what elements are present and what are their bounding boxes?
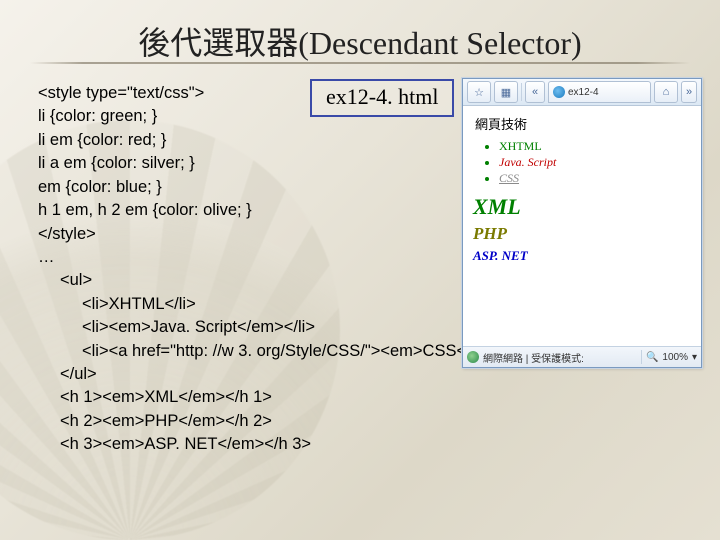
page-h3: ASP. NET [473, 248, 691, 264]
list-item: Java. Script [499, 155, 691, 170]
page-h1: XML [473, 194, 691, 220]
chevron-right-icon: » [686, 86, 692, 98]
page-h2: PHP [473, 224, 691, 244]
code-line: <h 3><em>ASP. NET</em></h 3> [38, 433, 700, 456]
slide-title: 後代選取器(Descendant Selector) [0, 18, 720, 64]
list-item: CSS [499, 171, 691, 186]
tab-title: ex12-4 [568, 87, 599, 98]
browser-tab[interactable]: ex12-4 [548, 81, 651, 103]
browser-preview: ☆ ▦ « ex12-4 ⌂ » 網頁技術 XHTML Java. Script… [462, 78, 702, 368]
page-heading: 網頁技術 [475, 114, 691, 133]
home-button[interactable]: ⌂ [654, 81, 678, 103]
status-zone: 網際網路 | 受保護模式: [483, 350, 584, 365]
list-item-link[interactable]: CSS [499, 171, 519, 185]
code-line: <h 2><em>PHP</em></h 2> [38, 410, 700, 433]
toolbar-separator [521, 83, 522, 101]
browser-viewport: 網頁技術 XHTML Java. Script CSS XML PHP ASP.… [463, 106, 701, 274]
status-separator [641, 350, 642, 364]
feeds-button[interactable]: ▦ [494, 81, 518, 103]
browser-toolbar: ☆ ▦ « ex12-4 ⌂ » [463, 79, 701, 106]
status-zoom[interactable]: 100% [662, 352, 688, 363]
grid-icon: ▦ [501, 86, 511, 99]
filename-label: ex12-4. html [310, 79, 454, 117]
favorites-button[interactable]: ☆ [467, 81, 491, 103]
ie-icon [553, 86, 565, 98]
chevron-left-icon: « [532, 86, 538, 98]
globe-icon [467, 351, 479, 363]
title-underline [30, 62, 690, 64]
star-icon: ☆ [474, 86, 484, 99]
dropdown-icon[interactable]: ▾ [692, 352, 697, 363]
toolbar-more-button[interactable]: » [681, 81, 697, 103]
browser-statusbar: 網際網路 | 受保護模式: 🔍 100% ▾ [463, 346, 701, 367]
zoom-icon: 🔍 [646, 352, 658, 363]
list-item: XHTML [499, 139, 691, 154]
code-line: <h 1><em>XML</em></h 1> [38, 386, 700, 409]
home-icon: ⌂ [663, 86, 670, 98]
list-item-em: Java. Script [499, 155, 556, 169]
page-list: XHTML Java. Script CSS [473, 139, 691, 186]
tab-list-button[interactable]: « [525, 81, 545, 103]
